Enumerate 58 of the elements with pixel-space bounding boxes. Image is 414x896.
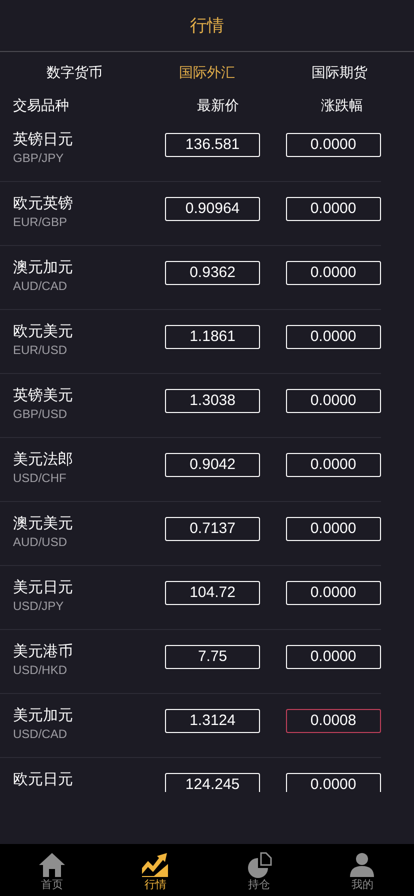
home-icon [38,852,65,878]
pair-name: 英镑日元 [13,130,74,150]
pair-name: 澳元加元 [13,258,74,278]
price-value: 136.581 [164,133,260,157]
pair-name: 美元港币 [13,642,74,662]
nav-tab[interactable]: 首页 [0,844,104,896]
pair-code: EUR/GBP [13,214,68,230]
price-value: 124.245 [164,773,260,792]
pair-code: USD/CAD [13,726,68,742]
column-header: 最新价 [196,96,240,114]
nav-tab[interactable]: 持仓 [207,844,310,896]
change-value: 0.0000 [286,133,382,157]
pair-code: AUD/USD [13,534,68,550]
price-value: 0.9042 [164,453,260,477]
chart-icon [142,852,168,878]
price-value: 1.1861 [164,325,260,349]
price-value: 1.3124 [164,709,260,733]
change-value: 0.0008 [286,709,382,733]
pie-chart-icon [246,852,272,878]
category-tab[interactable]: 数字货币 [46,62,102,82]
pair-code: EUR/USD [13,342,68,358]
price-value: 0.7137 [164,517,260,541]
category-tab[interactable]: 国际外汇 [178,62,235,82]
pair-code: GBP/JPY [13,150,65,166]
change-value: 0.0000 [286,453,382,477]
change-value: 0.0000 [286,581,382,605]
nav-tab[interactable]: 行情 [104,844,207,896]
change-value: 0.0000 [286,645,382,669]
category-tab[interactable]: 国际期货 [312,62,368,82]
pair-name: 美元加元 [13,706,74,726]
page-title: 行情 [190,14,224,37]
pair-name: 美元日元 [13,578,74,598]
pair-name: 欧元英镑 [13,194,74,214]
price-value: 104.72 [164,581,260,605]
nav-tab[interactable]: 我的 [310,844,414,896]
price-value: 7.75 [164,645,260,669]
change-value: 0.0000 [286,325,382,349]
change-value: 0.0000 [286,517,382,541]
change-value: 0.0000 [286,773,382,792]
pair-code: AUD/CAD [13,278,68,294]
pair-name: 欧元美元 [13,322,74,342]
pair-code: USD/CHF [13,470,68,486]
pair-name: 英镑美元 [13,386,74,406]
price-value: 0.9362 [164,261,260,285]
column-header: 交易品种 [13,96,70,114]
pair-name: 欧元日元 [13,770,74,790]
price-value: 0.90964 [164,197,260,221]
price-value: 1.3038 [164,389,260,413]
pair-name: 澳元美元 [13,514,74,534]
pair-code: USD/HKD [13,662,68,678]
pair-code: USD/JPY [13,598,65,614]
pair-name: 美元法郎 [13,450,74,470]
change-value: 0.0000 [286,197,382,221]
pair-code: GBP/USD [13,406,68,422]
person-icon [349,852,376,878]
column-header: 涨跌幅 [320,96,364,114]
change-value: 0.0000 [286,389,382,413]
change-value: 0.0000 [286,261,382,285]
